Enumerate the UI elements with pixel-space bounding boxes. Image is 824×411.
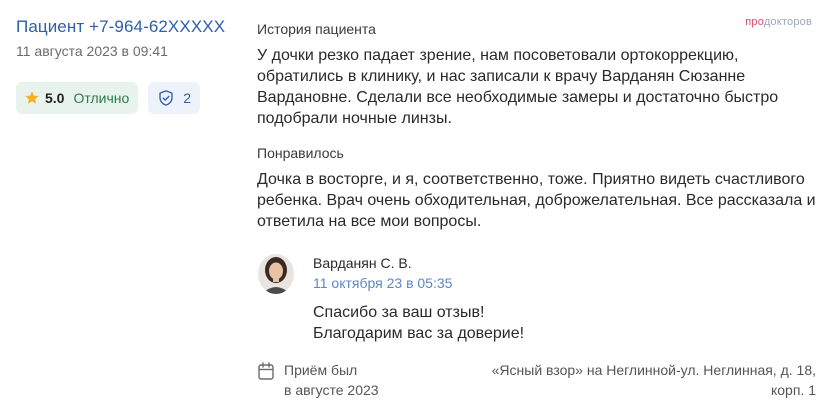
star-icon — [25, 91, 39, 104]
rating-badge: 5.0 Отлично — [16, 82, 139, 114]
visit-line-2: в августе 2023 — [284, 382, 379, 398]
history-text: У дочки резко падает зрение, нам посовет… — [257, 47, 779, 127]
reply-line-2: Благодарим вас за доверие! — [313, 325, 525, 342]
review-meta: Пациент +7-964-62XXXXX 11 августа 2023 в… — [16, 16, 240, 114]
visit-info: Приём был в августе 2023 — [284, 360, 379, 400]
shield-check-icon — [159, 90, 173, 106]
review-badges: 5.0 Отлично 2 — [16, 82, 240, 114]
reply-date: 11 октября 23 в 05:35 — [313, 275, 453, 291]
review-content: История пациента У дочки резко падает зр… — [257, 20, 817, 232]
verified-count: 2 — [183, 90, 192, 106]
clinic-line-2: корп. 1 — [770, 382, 816, 398]
liked-title: Понравилось — [257, 145, 344, 161]
rating-value: 5.0 — [45, 90, 65, 106]
clinic-address[interactable]: «Ясный взор» на Неглинной-ул. Неглинная,… — [456, 360, 816, 400]
review-author[interactable]: Пациент +7-964-62XXXXX — [16, 16, 240, 38]
reply-body: Варданян С. В. 11 октября 23 в 05:35 Спа… — [313, 254, 793, 344]
doctor-name: Варданян С. В. — [313, 255, 412, 271]
clinic-line-1: «Ясный взор» на Неглинной-ул. Неглинная,… — [491, 362, 816, 378]
reply-text: Спасибо за ваш отзыв! Благодарим вас за … — [313, 302, 793, 344]
visit-line-1: Приём был — [284, 362, 358, 378]
reply-line-1: Спасибо за ваш отзыв! — [313, 304, 485, 321]
calendar-icon — [258, 362, 274, 380]
liked-text: Дочка в восторге, и я, соответственно, т… — [257, 171, 816, 230]
history-title: История пациента — [257, 21, 376, 37]
doctor-avatar — [258, 254, 294, 294]
rating-text: Отлично — [73, 90, 130, 106]
review-footer: Приём был в августе 2023 «Ясный взор» на… — [258, 360, 816, 400]
review-date: 11 августа 2023 в 09:41 — [16, 43, 168, 59]
verified-badge[interactable]: 2 — [148, 82, 201, 114]
